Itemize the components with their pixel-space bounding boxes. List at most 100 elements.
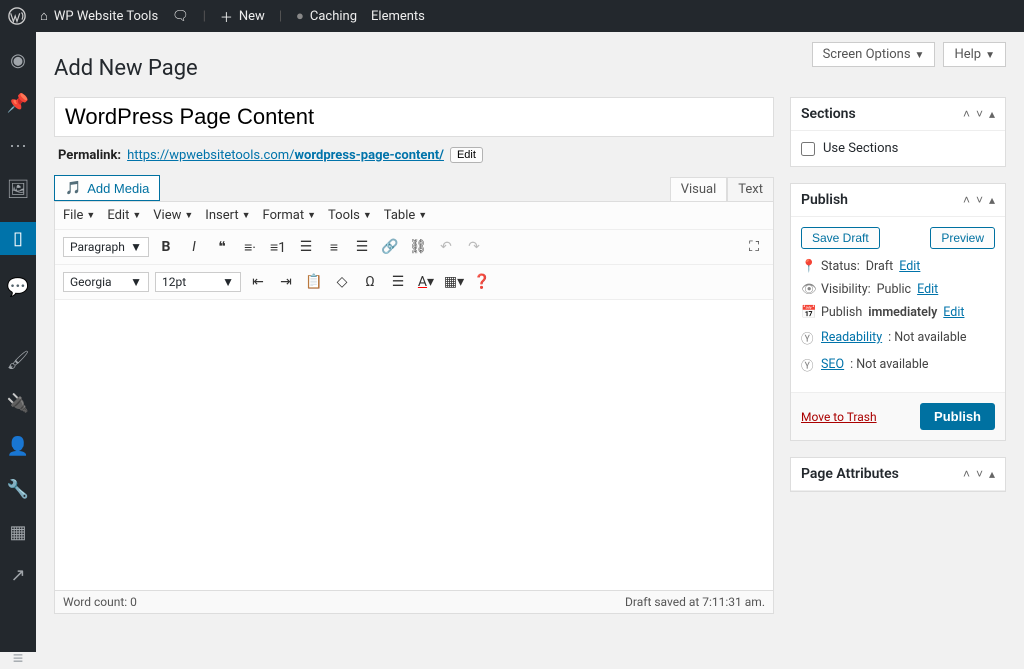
menu-format[interactable]: Format▼	[263, 208, 317, 223]
edit-status-link[interactable]: Edit	[899, 259, 920, 274]
publish-button[interactable]: Publish	[920, 403, 995, 430]
box-toggle-icon[interactable]: ▴	[989, 107, 995, 121]
menu-file[interactable]: File▼	[63, 208, 95, 223]
admin-sidebar: ◉ 📌 ⋯ 🖼 ▯ 💬 🖌 🔌 👤 🔧 ▦ ↗ ≡	[0, 32, 36, 652]
sidebar-dashboard[interactable]: ◉	[0, 50, 36, 71]
readability-icon: Ⓨ	[801, 328, 815, 347]
caching-link[interactable]: ● Caching	[296, 8, 357, 24]
textcolor-icon[interactable]: A▾	[415, 271, 437, 293]
readability-link[interactable]: Readability	[821, 330, 882, 345]
link-icon[interactable]: 🔗	[379, 236, 401, 258]
menu-view[interactable]: View▼	[153, 208, 193, 223]
hr-icon[interactable]: ☰	[387, 271, 409, 293]
permalink-url[interactable]: https://wpwebsitetools.com/wordpress-pag…	[127, 148, 444, 163]
bold-icon[interactable]: B	[155, 236, 177, 258]
comments-link[interactable]: 🗨	[172, 9, 189, 24]
box-down-icon[interactable]: ˅	[976, 193, 983, 207]
calendar-icon: 📅	[801, 305, 815, 320]
align-right-icon[interactable]: ☰	[351, 236, 373, 258]
help-icon[interactable]: ❓	[471, 271, 493, 293]
menu-table[interactable]: Table▼	[384, 208, 427, 223]
sidebar-users[interactable]: 👤	[0, 436, 36, 457]
seo-icon: Ⓨ	[801, 355, 815, 374]
sidebar-tools[interactable]: 🔧	[0, 479, 36, 500]
edit-visibility-link[interactable]: Edit	[917, 282, 938, 297]
box-up-icon[interactable]: ˄	[963, 467, 970, 481]
specialchar-icon[interactable]: Ω	[359, 271, 381, 293]
home-icon: ⌂	[40, 8, 48, 24]
eye-icon: 👁	[801, 282, 815, 297]
align-center-icon[interactable]: ≡	[323, 236, 345, 258]
permalink-label: Permalink:	[58, 148, 121, 163]
paste-icon[interactable]: 📋	[303, 271, 325, 293]
italic-icon[interactable]: I	[183, 236, 205, 258]
page-attributes-box: Page Attributes ˄ ˅ ▴	[790, 457, 1006, 492]
fontsize-select[interactable]: 12pt▼	[155, 272, 241, 292]
undo-icon[interactable]: ↶	[435, 236, 457, 258]
box-toggle-icon[interactable]: ▴	[989, 467, 995, 481]
move-to-trash-link[interactable]: Move to Trash	[801, 410, 877, 424]
indent-icon[interactable]: ⇥	[275, 271, 297, 293]
screen-options-button[interactable]: Screen Options▼	[812, 42, 936, 67]
permalink-edit-button[interactable]: Edit	[450, 147, 483, 163]
menu-edit[interactable]: Edit▼	[107, 208, 141, 223]
site-home-link[interactable]: ⌂ WP Website Tools	[40, 8, 158, 24]
box-up-icon[interactable]: ˄	[963, 107, 970, 121]
fullscreen-icon[interactable]: ⛶	[743, 236, 765, 258]
align-left-icon[interactable]: ☰	[295, 236, 317, 258]
box-down-icon[interactable]: ˅	[976, 107, 983, 121]
blockquote-icon[interactable]: ❝	[211, 236, 233, 258]
pin-icon: 📍	[801, 259, 815, 274]
admin-bar: ⌂ WP Website Tools 🗨 | ＋ New | ● Caching…	[0, 0, 1024, 32]
media-icon: 🎵	[65, 180, 81, 196]
box-down-icon[interactable]: ˅	[976, 467, 983, 481]
sidebar-settings[interactable]: ▦	[0, 522, 36, 543]
clear-icon[interactable]: ◇	[331, 271, 353, 293]
wordpress-logo[interactable]	[8, 7, 26, 25]
elements-link[interactable]: Elements	[371, 9, 425, 24]
tab-text[interactable]: Text	[727, 177, 774, 201]
sections-box: Sections ˄˅▴ Use Sections	[790, 97, 1006, 167]
bullet-list-icon[interactable]: ≡·	[239, 236, 261, 258]
help-button[interactable]: Help▼	[943, 42, 1006, 67]
box-toggle-icon[interactable]: ▴	[989, 193, 995, 207]
toolbar-row-1: Paragraph▼ B I ❝ ≡· ≡1 ☰ ≡ ☰ 🔗 ⛓ ↶ ↷ ⛶	[55, 230, 773, 265]
toolbar-row-2: Georgia▼ 12pt▼ ⇤ ⇥ 📋 ◇ Ω ☰ A▾ ▦▾ ❓	[55, 265, 773, 300]
edit-date-link[interactable]: Edit	[943, 305, 964, 320]
tab-visual[interactable]: Visual	[670, 177, 728, 201]
editor-body[interactable]	[55, 300, 773, 590]
new-content-link[interactable]: ＋ New	[220, 7, 265, 26]
number-list-icon[interactable]: ≡1	[267, 236, 289, 258]
sidebar-item[interactable]: ≡	[0, 648, 36, 669]
menu-insert[interactable]: Insert▼	[205, 208, 250, 223]
sidebar-media[interactable]: 🖼	[0, 179, 36, 200]
redo-icon[interactable]: ↷	[463, 236, 485, 258]
sidebar-comments[interactable]: 💬	[0, 277, 36, 298]
sidebar-more[interactable]: ⋯	[0, 136, 36, 157]
editor-status: Word count: 0 Draft saved at 7:11:31 am.	[54, 591, 774, 614]
plus-icon: ＋	[220, 7, 233, 26]
page-title-input[interactable]	[54, 97, 774, 137]
sidebar-pin[interactable]: 📌	[0, 93, 36, 114]
publish-box: Publish ˄˅▴ Save Draft Preview 📍Status: …	[790, 183, 1006, 441]
word-count: Word count: 0	[63, 595, 137, 609]
page-attributes-title: Page Attributes	[801, 466, 899, 482]
sidebar-pages[interactable]: ▯	[0, 222, 36, 255]
publish-title: Publish	[801, 192, 848, 208]
use-sections-checkbox[interactable]: Use Sections	[801, 141, 995, 156]
sidebar-appearance[interactable]: 🖌	[0, 350, 36, 371]
table-icon[interactable]: ▦▾	[443, 271, 465, 293]
preview-button[interactable]: Preview	[930, 227, 995, 249]
format-select[interactable]: Paragraph▼	[63, 237, 149, 257]
box-up-icon[interactable]: ˄	[963, 193, 970, 207]
font-select[interactable]: Georgia▼	[63, 272, 149, 292]
outdent-icon[interactable]: ⇤	[247, 271, 269, 293]
sidebar-plugins[interactable]: 🔌	[0, 393, 36, 414]
unlink-icon[interactable]: ⛓	[407, 236, 429, 258]
save-draft-button[interactable]: Save Draft	[801, 227, 880, 249]
sidebar-collapse[interactable]: ↗	[0, 565, 36, 586]
seo-link[interactable]: SEO	[821, 357, 844, 372]
permalink-row: Permalink: https://wpwebsitetools.com/wo…	[58, 147, 774, 163]
menu-tools[interactable]: Tools▼	[328, 208, 372, 223]
add-media-button[interactable]: 🎵 Add Media	[54, 175, 160, 201]
